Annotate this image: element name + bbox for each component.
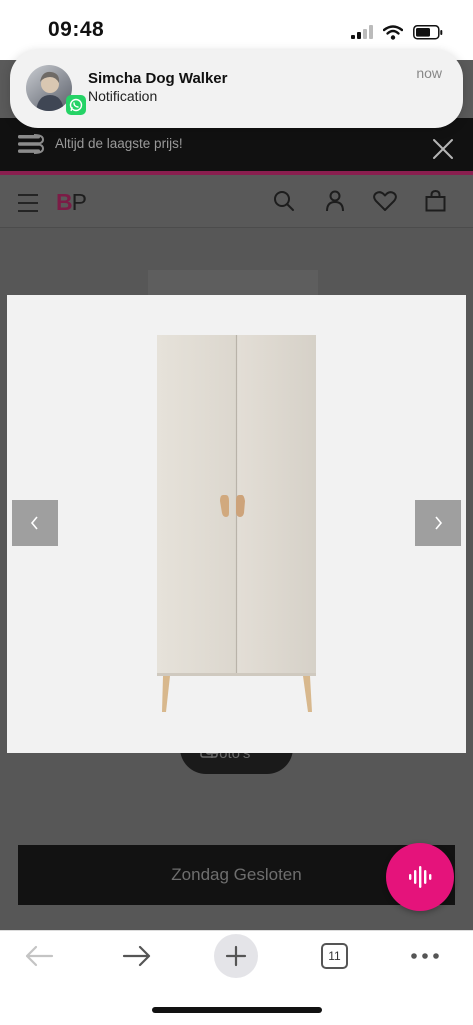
voice-wave-icon [409,866,432,888]
promo-text: Altijd de laagste prijs! [55,136,183,151]
new-tab-icon [225,945,247,967]
tab-count-label: 11 [328,949,341,963]
wifi-icon [383,24,403,40]
gallery-prev-button[interactable] [12,500,58,546]
site-header: BP [0,175,473,228]
logo-b: B [56,189,73,215]
voice-assistant-button[interactable] [386,843,454,911]
chevron-right-icon [435,516,443,530]
notification-banner[interactable]: Simcha Dog Walker Notification now [10,50,463,128]
cellular-signal-icon [351,25,373,39]
store-hours-text: Zondag Gesloten [171,865,302,884]
close-icon[interactable] [430,136,456,162]
notification-time: now [416,65,442,81]
brand-mark-icon [18,134,44,154]
gallery-next-button[interactable] [415,500,461,546]
status-time: 09:48 [48,18,105,41]
cart-icon[interactable] [425,190,446,212]
whatsapp-icon [66,95,86,115]
forward-arrow-icon[interactable] [122,944,152,968]
product-image-lightbox[interactable] [7,295,466,753]
home-indicator [152,1007,322,1013]
status-icons [351,22,443,42]
notification-body: Notification [88,88,158,104]
more-icon[interactable] [410,951,440,961]
heart-icon[interactable] [373,191,397,212]
menu-icon[interactable] [17,193,39,213]
battery-icon [413,24,443,40]
back-arrow-icon[interactable] [24,944,54,968]
site-logo[interactable]: BP [56,189,87,215]
chevron-left-icon [30,516,38,530]
search-icon[interactable] [273,190,295,212]
wardrobe-image [157,335,316,712]
tabs-icon[interactable]: 11 [321,943,348,969]
account-icon[interactable] [325,190,345,212]
logo-p: P [71,189,87,215]
notification-title: Simcha Dog Walker [88,70,228,87]
new-tab-button[interactable] [214,934,258,978]
